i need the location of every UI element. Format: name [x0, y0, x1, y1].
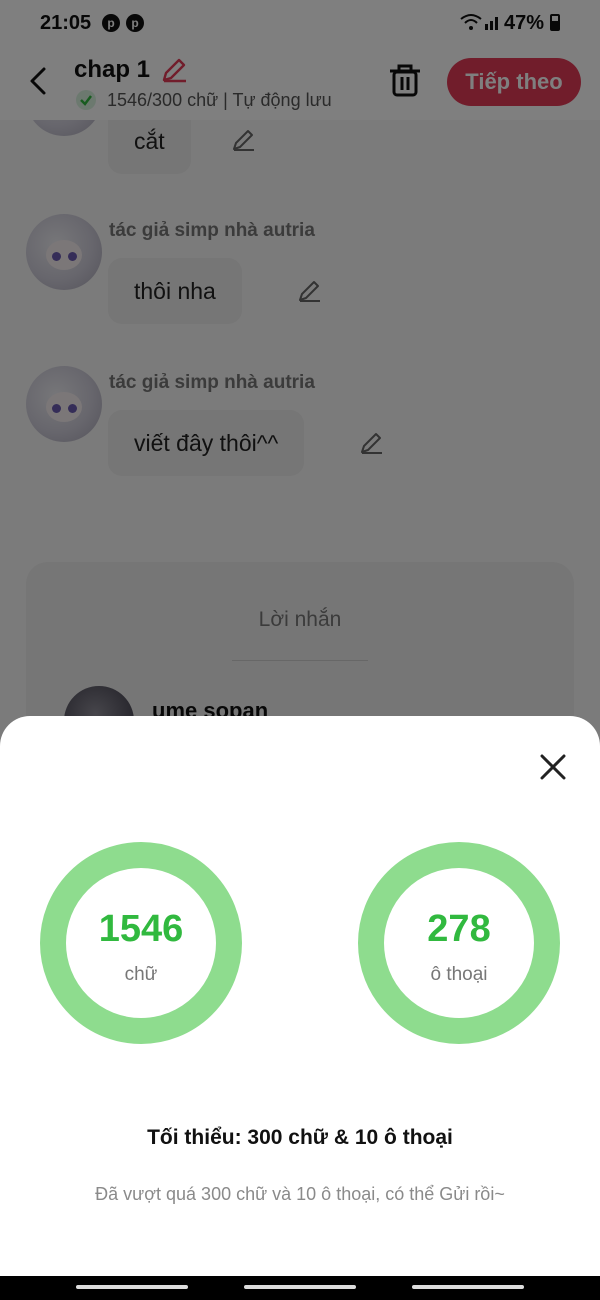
dialog-count-ring: 278 ô thoại: [358, 842, 560, 1044]
word-count-sheet: 1546 chữ 278 ô thoại Tối thiểu: 300 chữ …: [0, 716, 600, 1276]
word-count-ring: 1546 chữ: [40, 842, 242, 1044]
nav-home[interactable]: [244, 1285, 356, 1289]
dialog-count-label: ô thoại: [430, 964, 488, 985]
minimum-requirement: Tối thiểu: 300 chữ & 10 ô thoại: [147, 1126, 453, 1149]
nav-recents[interactable]: [76, 1285, 188, 1289]
close-icon[interactable]: [536, 750, 570, 784]
requirement-note: Đã vượt quá 300 chữ và 10 ô thoại, có th…: [95, 1184, 505, 1204]
system-nav-bar: [0, 1276, 600, 1300]
dialog-count-value: 278: [427, 908, 491, 950]
word-count-value: 1546: [98, 908, 184, 950]
nav-back[interactable]: [412, 1285, 524, 1289]
word-count-label: chữ: [124, 964, 158, 985]
